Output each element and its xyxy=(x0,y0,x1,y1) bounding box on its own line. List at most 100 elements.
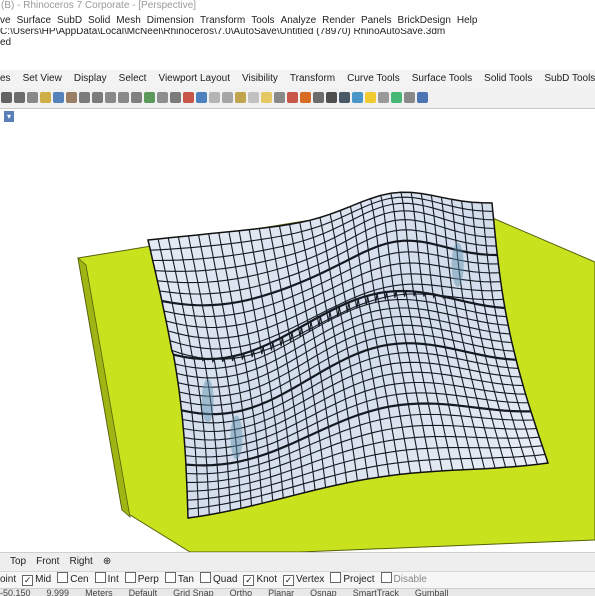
copy-icon[interactable] xyxy=(27,92,38,103)
show-icon[interactable] xyxy=(248,92,259,103)
osnap-vertex[interactable]: ✓ Vertex xyxy=(283,572,324,588)
osnap-label: Cen xyxy=(70,574,89,585)
viewport-tab-bar: Top Front Right ⊕ xyxy=(0,552,595,571)
zoom-window-icon[interactable] xyxy=(105,92,116,103)
menu-item[interactable]: Solid xyxy=(88,15,110,26)
undo-icon[interactable] xyxy=(1,92,12,103)
menu-item[interactable]: Dimension xyxy=(147,15,194,26)
command-history-line: ed xyxy=(0,37,12,48)
toolbar-tab[interactable]: es xyxy=(0,73,11,84)
perspective-viewport[interactable] xyxy=(0,125,595,552)
osnap-disable[interactable]: Disable xyxy=(380,572,427,588)
pan-hand-icon[interactable] xyxy=(66,92,77,103)
menu-item[interactable]: Mesh xyxy=(116,15,140,26)
osnap-tan[interactable]: Tan xyxy=(164,572,194,588)
osnap-checkbox[interactable] xyxy=(124,572,136,583)
osnap-checkbox[interactable] xyxy=(57,572,69,583)
material-icon[interactable] xyxy=(287,92,298,103)
rendered-sphere-icon[interactable] xyxy=(313,92,324,103)
viewport-tab[interactable]: Top xyxy=(10,556,26,567)
toolbar-tab[interactable]: Select xyxy=(119,73,147,84)
menu-item[interactable]: BrickDesign xyxy=(398,15,451,26)
viewport-tab[interactable]: Front xyxy=(36,556,59,567)
menu-item[interactable]: Render xyxy=(322,15,355,26)
toolbar-tab[interactable]: Set View xyxy=(23,73,62,84)
osnap-checkbox[interactable] xyxy=(199,572,211,583)
render-sphere-icon[interactable] xyxy=(339,92,350,103)
osnap-oint[interactable]: oint xyxy=(0,572,16,588)
toolbar-tab-bar: es Set View Display Select Viewport Layout Vi… xyxy=(0,70,595,89)
add-viewport-tab-icon[interactable]: ⊕ xyxy=(103,556,111,567)
command-prompt-area[interactable] xyxy=(0,50,595,70)
object-properties-icon[interactable] xyxy=(274,92,285,103)
osnap-label: Int xyxy=(107,574,119,585)
select-icon[interactable] xyxy=(183,92,194,103)
zoom-selected-icon[interactable] xyxy=(131,92,142,103)
osnap-cen[interactable]: Cen xyxy=(57,572,89,588)
command-history: C:\Users\HP\AppData\Local\McNeel\Rhinoce… xyxy=(0,28,595,50)
menu-item[interactable]: Analyze xyxy=(281,15,317,26)
shaded-sphere-icon[interactable] xyxy=(326,92,337,103)
tools-icon[interactable] xyxy=(391,92,402,103)
osnap-project[interactable]: Project xyxy=(330,572,375,588)
osnap-label: Disable xyxy=(393,574,427,585)
set-cplane-icon[interactable] xyxy=(144,92,155,103)
osnap-int[interactable]: Int xyxy=(94,572,119,588)
standard-toolbar xyxy=(0,88,595,109)
rotate-icon[interactable] xyxy=(79,92,90,103)
lock-icon[interactable] xyxy=(235,92,246,103)
toolbar-tab[interactable]: Surface Tools xyxy=(412,73,472,84)
hide-icon[interactable] xyxy=(222,92,233,103)
help-icon[interactable] xyxy=(417,92,428,103)
toolbar-tab[interactable]: Display xyxy=(74,73,107,84)
viewport-tab[interactable]: Right xyxy=(69,556,92,567)
osnap-label: oint xyxy=(0,574,17,585)
four-viewports-icon[interactable] xyxy=(170,92,181,103)
options-icon[interactable] xyxy=(404,92,415,103)
cut-icon[interactable] xyxy=(14,92,25,103)
osnap-checkbox[interactable]: ✓ xyxy=(22,575,34,586)
menu-item[interactable]: Tools xyxy=(251,15,274,26)
toolbar-tab[interactable]: Visibility xyxy=(242,73,278,84)
menu-item[interactable]: ve xyxy=(0,15,11,26)
window-title-bar: (B) - Rhinoceros 7 Corporate - [Perspect… xyxy=(0,0,595,13)
menu-item[interactable]: Surface xyxy=(17,15,51,26)
color-wheel-icon[interactable] xyxy=(300,92,311,103)
osnap-knot[interactable]: ✓ Knot xyxy=(243,572,277,588)
osnap-checkbox[interactable] xyxy=(380,572,392,583)
select-all-icon[interactable] xyxy=(209,92,220,103)
osnap-checkbox[interactable] xyxy=(330,572,342,583)
osnap-mid[interactable]: ✓ Mid xyxy=(22,572,51,588)
osnap-checkbox[interactable] xyxy=(164,572,176,583)
toolbar-tab[interactable]: Solid Tools xyxy=(484,73,532,84)
environment-icon[interactable] xyxy=(352,92,363,103)
toolbar-tab[interactable]: SubD Tools xyxy=(544,73,595,84)
osnap-label: Vertex xyxy=(296,574,325,585)
menu-item[interactable]: Help xyxy=(457,15,478,26)
sun-icon[interactable] xyxy=(365,92,376,103)
light-bulb-icon[interactable] xyxy=(261,92,272,103)
undo-arrow-icon[interactable] xyxy=(53,92,64,103)
osnap-checkbox[interactable]: ✓ xyxy=(283,575,295,586)
zoom-extents-icon[interactable] xyxy=(118,92,129,103)
osnap-checkbox[interactable]: ✓ xyxy=(243,575,255,586)
ground-plane-icon[interactable] xyxy=(378,92,389,103)
osnap-quad[interactable]: Quad xyxy=(199,572,237,588)
menu-item[interactable]: Panels xyxy=(361,15,392,26)
menu-bar: ve Surface SubD Solid Mesh Dimension Transform… xyxy=(0,13,595,28)
grid-icon[interactable] xyxy=(157,92,168,103)
glass-reflection xyxy=(451,242,464,287)
viewport-canvas[interactable] xyxy=(0,125,595,552)
toolbar-tab[interactable]: Curve Tools xyxy=(347,73,400,84)
menu-item[interactable]: Transform xyxy=(200,15,245,26)
zoom-in-icon[interactable] xyxy=(92,92,103,103)
toolbar-tab[interactable]: Transform xyxy=(290,73,335,84)
viewport-menu-chevron-icon[interactable]: ▾ xyxy=(4,111,14,122)
osnap-perp[interactable]: Perp xyxy=(124,572,159,588)
paste-icon[interactable] xyxy=(40,92,51,103)
menu-item[interactable]: SubD xyxy=(57,15,82,26)
layer-icon[interactable] xyxy=(196,92,207,103)
osnap-checkbox[interactable] xyxy=(94,572,106,583)
osnap-label: Tan xyxy=(177,574,194,585)
toolbar-tab[interactable]: Viewport Layout xyxy=(158,73,230,84)
